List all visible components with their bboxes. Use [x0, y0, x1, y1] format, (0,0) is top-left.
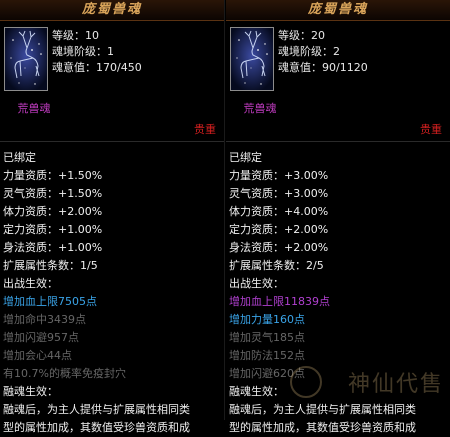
item-portrait	[230, 27, 274, 91]
item-quality: 贵重	[420, 123, 442, 136]
effect-line: 增加灵气185点	[229, 331, 305, 344]
item-tooltip-right: 庞蜀兽魂 等级：20 魂境阶级：2 魂意值：90/1120 荒兽魂 贵重 已绑定 力量资质：+…	[226, 0, 450, 434]
spirit-deer-icon	[5, 28, 47, 90]
attribute-value: +1.50%	[58, 187, 103, 200]
effect-title: 出战生效：	[229, 277, 284, 290]
attribute-row: 定力资质：+1.00%	[3, 221, 224, 239]
attribute-row: 灵气资质：+3.00%	[229, 185, 450, 203]
stat-label: 魂意值：	[52, 61, 96, 74]
effect-title: 出战生效：	[3, 277, 58, 290]
attribute-value: +1.00%	[58, 223, 103, 236]
attribute-value: 2/5	[306, 259, 324, 272]
attribute-label: 定力资质：	[229, 223, 284, 236]
item-quality: 贵重	[194, 123, 216, 136]
item-stats: 等级：10 魂境阶级：1 魂意值：170/450	[52, 28, 142, 76]
item-tooltip-left: 庞蜀兽魂 等级：10 魂境阶级：1 魂意值：170/450 荒兽魂 贵重 已绑定 力量资质：+…	[0, 0, 225, 434]
effect-line: 增加命中3439点	[3, 313, 86, 326]
attribute-label: 灵气资质：	[3, 187, 58, 200]
attribute-row: 扩展属性条数：2/5	[229, 257, 450, 275]
attribute-value: +4.00%	[284, 205, 329, 218]
stat-value: 2	[333, 45, 340, 58]
attribute-value: +3.00%	[284, 187, 329, 200]
stat-row: 等级：20	[278, 28, 368, 44]
attribute-label: 力量资质：	[229, 169, 284, 182]
attribute-row: 扩展属性条数：1/5	[3, 257, 224, 275]
attribute-label: 灵气资质：	[229, 187, 284, 200]
item-title: 庞蜀兽魂	[226, 0, 450, 21]
stat-row: 魂意值：90/1120	[278, 60, 368, 76]
item-type-name: 荒兽魂	[243, 102, 277, 115]
attribute-label: 身法资质：	[3, 241, 58, 254]
attribute-row: 体力资质：+4.00%	[229, 203, 450, 221]
stat-value: 1	[107, 45, 114, 58]
divider	[226, 141, 450, 142]
item-details: 已绑定 力量资质：+1.50% 灵气资质：+1.50% 体力资质：+2.00% 定力资质…	[3, 149, 224, 437]
watermark-text: 神仙代售	[347, 372, 444, 397]
stat-value: 170/450	[96, 61, 142, 74]
attribute-label: 体力资质：	[3, 205, 58, 218]
stat-label: 魂境阶级：	[278, 45, 333, 58]
fuse-description: 融魂后，为主人提供与扩展属性相同类	[3, 403, 190, 416]
effect-line: 增加防法152点	[229, 349, 305, 362]
attribute-value: +2.00%	[284, 223, 329, 236]
item-portrait	[4, 27, 48, 91]
attribute-row: 力量资质：+3.00%	[229, 167, 450, 185]
bound-status: 已绑定	[229, 151, 262, 164]
attribute-row: 身法资质：+1.00%	[3, 239, 224, 257]
stat-row: 魂境阶级：1	[52, 44, 142, 60]
spirit-deer-icon	[231, 28, 273, 90]
stat-value: 20	[311, 29, 325, 42]
attribute-value: +2.00%	[58, 205, 103, 218]
effect-line: 增加血上限7505点	[3, 295, 97, 308]
attribute-row: 灵气资质：+1.50%	[3, 185, 224, 203]
attribute-label: 体力资质：	[229, 205, 284, 218]
fuse-title: 融魂生效：	[3, 385, 58, 398]
stat-value: 10	[85, 29, 99, 42]
effect-line: 增加力量160点	[229, 313, 305, 326]
attribute-row: 力量资质：+1.50%	[3, 167, 224, 185]
stat-row: 魂意值：170/450	[52, 60, 142, 76]
fuse-description: 型的属性加成，其数值受珍兽资质和成	[229, 421, 416, 434]
attribute-value: +3.00%	[284, 169, 329, 182]
attribute-value: 1/5	[80, 259, 98, 272]
effect-line: 增加会心44点	[3, 349, 72, 362]
attribute-label: 身法资质：	[229, 241, 284, 254]
attribute-value: +1.00%	[58, 241, 103, 254]
stat-label: 魂境阶级：	[52, 45, 107, 58]
stat-label: 魂意值：	[278, 61, 322, 74]
watermark-logo-icon	[290, 366, 322, 398]
divider	[0, 141, 224, 142]
effect-line: 有10.7%的概率免疫封穴	[3, 367, 126, 380]
stat-row: 等级：10	[52, 28, 142, 44]
attribute-value: +2.00%	[284, 241, 329, 254]
attribute-value: +1.50%	[58, 169, 103, 182]
attribute-row: 定力资质：+2.00%	[229, 221, 450, 239]
attribute-label: 扩展属性条数：	[3, 259, 80, 272]
attribute-label: 扩展属性条数：	[229, 259, 306, 272]
stat-label: 等级：	[52, 29, 85, 42]
stat-value: 90/1120	[322, 61, 368, 74]
effect-line: 增加血上限11839点	[229, 295, 330, 308]
fuse-description: 融魂后，为主人提供与扩展属性相同类	[229, 403, 416, 416]
attribute-row: 体力资质：+2.00%	[3, 203, 224, 221]
attribute-label: 力量资质：	[3, 169, 58, 182]
attribute-row: 身法资质：+2.00%	[229, 239, 450, 257]
stat-row: 魂境阶级：2	[278, 44, 368, 60]
item-stats: 等级：20 魂境阶级：2 魂意值：90/1120	[278, 28, 368, 76]
effect-line: 增加闪避957点	[3, 331, 79, 344]
bound-status: 已绑定	[3, 151, 36, 164]
item-title: 庞蜀兽魂	[0, 0, 224, 21]
fuse-description: 型的属性加成，其数值受珍兽资质和成	[3, 421, 190, 434]
item-type-name: 荒兽魂	[17, 102, 51, 115]
attribute-label: 定力资质：	[3, 223, 58, 236]
stat-label: 等级：	[278, 29, 311, 42]
